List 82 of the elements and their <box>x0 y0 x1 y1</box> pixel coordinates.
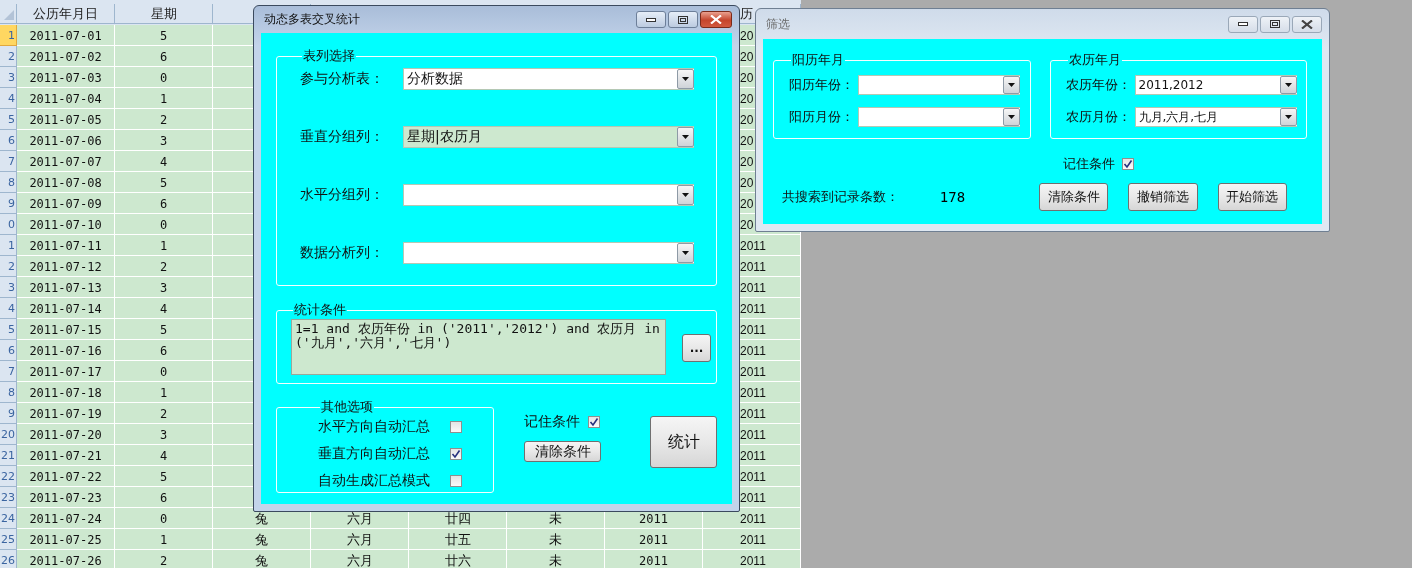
table-cell: 2011-07-21 <box>17 445 115 466</box>
table-cell: 0 <box>115 67 213 88</box>
table-cell: 2011-07-04 <box>17 88 115 109</box>
group-label: 农历年月 <box>1067 53 1122 67</box>
table-cell: 1 <box>115 382 213 403</box>
field-label: 参与分析表： <box>300 70 385 88</box>
table-cell: 2011-07-18 <box>17 382 115 403</box>
table-cell: 2011-07-23 <box>17 487 115 508</box>
table-cell: 6 <box>115 340 213 361</box>
table-cell: 2011-07-16 <box>17 340 115 361</box>
table-cell: 2011-07-11 <box>17 235 115 256</box>
table-cell: 2011-07-13 <box>17 277 115 298</box>
table-cell: 2011-07-02 <box>17 46 115 67</box>
field-label: 数据分析列： <box>300 244 385 262</box>
table-cell: 5 <box>115 466 213 487</box>
checkbox-label: 记住条件 <box>524 413 581 431</box>
table-cell: 2011-07-25 <box>17 529 115 550</box>
table-cell: 2011-07-26 <box>17 550 115 568</box>
table-cell: 2011-07-06 <box>17 130 115 151</box>
table-cell: 2011-07-15 <box>17 319 115 340</box>
table-cell: 5 <box>115 25 213 46</box>
group-label: 统计条件 <box>293 303 347 317</box>
table-cell: 4 <box>115 445 213 466</box>
table-cell: 4 <box>115 298 213 319</box>
table-cell: 2011-07-09 <box>17 193 115 214</box>
table-cell: 2011 <box>703 508 801 529</box>
table-cell: 6 <box>115 46 213 67</box>
table-cell: 2011-07-22 <box>17 466 115 487</box>
table-cell: 2011 <box>703 550 801 568</box>
table-cell: 未 <box>507 529 605 550</box>
table-cell: 2011-07-03 <box>17 67 115 88</box>
table-cell: 5 <box>115 319 213 340</box>
table-cell: 2 <box>115 109 213 130</box>
window-title: 动态多表交叉统计 <box>263 11 360 28</box>
table-cell: 2011-07-20 <box>17 424 115 445</box>
table-cell: 未 <box>507 550 605 568</box>
table-cell: 0 <box>115 214 213 235</box>
table-cell: 六月 <box>311 550 409 568</box>
table-cell: 3 <box>115 277 213 298</box>
table-cell: 2011 <box>605 529 703 550</box>
table-cell: 2011-07-07 <box>17 151 115 172</box>
field-label: 农历年份： <box>1065 76 1132 94</box>
field-label: 水平分组列： <box>300 186 385 204</box>
table-cell: 3 <box>115 130 213 151</box>
table-cell: 2011-07-08 <box>17 172 115 193</box>
checkbox-label: 水平方向自动汇总 <box>318 418 431 436</box>
table-cell: 2011-07-19 <box>17 403 115 424</box>
group-label: 表列选择 <box>302 49 356 63</box>
checkbox-label: 记住条件 <box>1063 155 1115 173</box>
table-cell: 2011-07-12 <box>17 256 115 277</box>
table-cell: 2011-07-24 <box>17 508 115 529</box>
table-cell: 1 <box>115 529 213 550</box>
table-cell: 廿六 <box>409 550 507 568</box>
table-cell: 1 <box>115 235 213 256</box>
checkbox-label: 自动生成汇总模式 <box>318 472 431 490</box>
table-cell: 2011-07-17 <box>17 361 115 382</box>
table-cell: 2 <box>115 256 213 277</box>
table-cell: 2011 <box>605 550 703 568</box>
table-cell: 2011-07-01 <box>17 25 115 46</box>
table-cell: 6 <box>115 487 213 508</box>
record-count: 178 <box>939 189 967 205</box>
table-cell: 2011 <box>703 529 801 550</box>
group-label: 其他选项 <box>320 400 374 414</box>
table-cell: 2011-07-14 <box>17 298 115 319</box>
table-cell: 兔 <box>213 550 311 568</box>
table-cell: 5 <box>115 172 213 193</box>
table-cell: 2 <box>115 403 213 424</box>
table-cell: 1 <box>115 88 213 109</box>
table-cell: 廿五 <box>409 529 507 550</box>
table-cell: 2 <box>115 550 213 568</box>
table-cell: 0 <box>115 508 213 529</box>
field-label: 垂直分组列： <box>300 128 385 146</box>
table-cell: 2011-07-05 <box>17 109 115 130</box>
checkbox-label: 垂直方向自动汇总 <box>318 445 431 463</box>
table-cell: 兔 <box>213 529 311 550</box>
table-cell: 3 <box>115 424 213 445</box>
table-cell: 6 <box>115 193 213 214</box>
table-cell: 2011-07-10 <box>17 214 115 235</box>
table-cell: 0 <box>115 361 213 382</box>
table-cell: 4 <box>115 151 213 172</box>
table-cell: 六月 <box>311 529 409 550</box>
field-label: 农历月份： <box>1065 108 1132 126</box>
